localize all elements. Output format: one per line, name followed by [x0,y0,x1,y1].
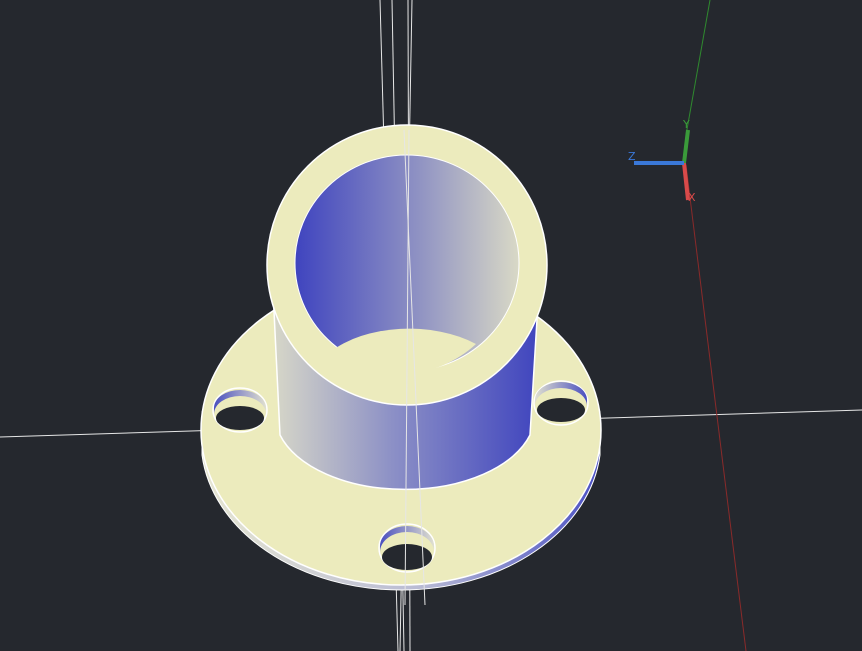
y-axis-label: Y [682,118,690,131]
flange-model[interactable] [200,124,602,591]
bolt-hole [378,523,436,573]
y-axis-line [685,0,711,136]
x-axis-line [685,164,747,651]
3d-viewport[interactable]: Z Y X [0,0,862,651]
x-axis-label: X [688,191,696,204]
bolt-hole [212,387,268,433]
axis-triad[interactable]: Z Y X [628,118,696,204]
scene-canvas[interactable]: Z Y X [0,0,862,651]
y-axis-arrow [682,129,690,164]
z-axis-label: Z [628,150,636,163]
bolt-hole [533,380,589,426]
